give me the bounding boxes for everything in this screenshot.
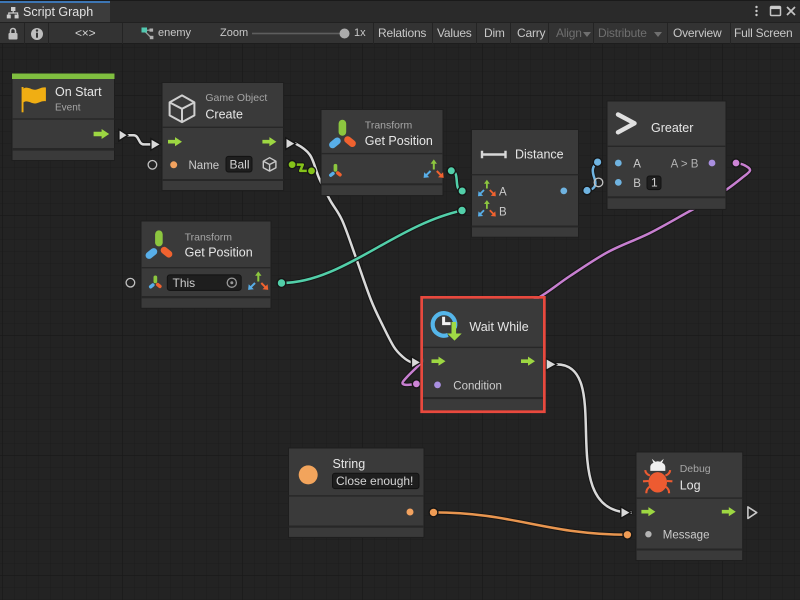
svg-text:String: String (333, 457, 366, 471)
svg-text:1: 1 (651, 176, 658, 190)
svg-text:Event: Event (55, 103, 81, 114)
svg-text:Debug: Debug (680, 463, 711, 475)
svg-text:Name: Name (189, 160, 220, 172)
svg-text:Transform: Transform (365, 120, 413, 132)
svg-text:Greater: Greater (651, 121, 693, 135)
svg-text:Transform: Transform (185, 231, 233, 243)
svg-text:A: A (499, 186, 507, 198)
svg-text:A: A (633, 158, 641, 170)
svg-text:This: This (173, 276, 196, 290)
svg-text:Log: Log (680, 478, 701, 492)
svg-text:Wait While: Wait While (469, 320, 528, 334)
svg-text:B: B (499, 207, 507, 219)
svg-text:Get Position: Get Position (365, 134, 433, 148)
svg-text:Game Object: Game Object (205, 92, 267, 104)
svg-text:Close enough!: Close enough! (336, 474, 413, 488)
svg-text:A > B: A > B (671, 158, 699, 170)
svg-text:Condition: Condition (453, 380, 502, 392)
svg-text:Ball: Ball (230, 158, 250, 172)
svg-text:B: B (633, 178, 641, 190)
svg-text:Get Position: Get Position (185, 246, 253, 260)
svg-text:Distance: Distance (515, 148, 564, 162)
svg-text:Message: Message (663, 530, 710, 542)
svg-text:Create: Create (205, 107, 243, 121)
svg-text:On Start: On Start (55, 85, 102, 99)
